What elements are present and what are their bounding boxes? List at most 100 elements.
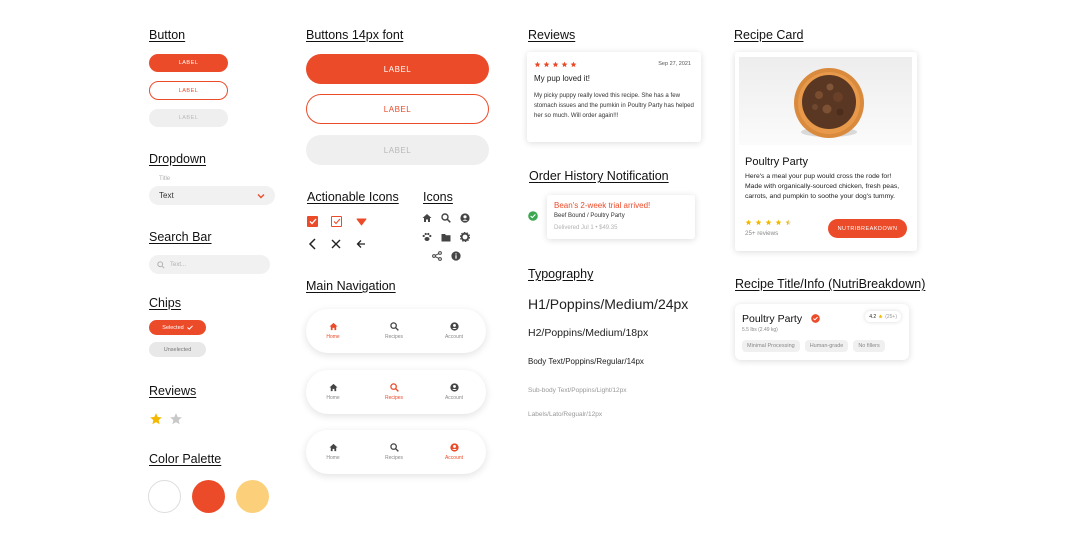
nutribreakdown-button[interactable]: NUTRIBREAKDOWN [828,219,907,238]
heading-actionable-icons: Actionable Icons [307,190,399,204]
order-notification-card[interactable]: Bean's 2-week trial arrived! Beef Bound … [547,195,695,239]
star-icon [878,314,883,319]
search-icon [157,260,165,269]
heading-color-palette: Color Palette [149,452,222,466]
nav-label-recipes: Recipes [384,395,404,401]
account-icon [460,213,470,223]
nav-label-home: Home [326,395,340,401]
heading-icons: Icons [423,190,453,204]
dropdown-value: Text [159,191,174,200]
chip-unselected[interactable]: Unselected [149,342,206,357]
nav-label-home: Home [326,334,340,340]
home-icon [422,214,432,222]
main-navigation-bar-account: Home Recipes Account [306,430,486,474]
home-icon [328,322,338,331]
star-icon [775,219,782,226]
nav-item-home[interactable]: Home [308,309,358,353]
search-bar[interactable]: Text... [149,255,270,274]
typography-body-sample: Body Text/Poppins/Regular/14px [528,357,644,366]
main-navigation-bar-home: Home Recipes Account [306,309,486,353]
nav-item-account[interactable]: Account [429,309,479,353]
gear-icon [460,232,470,242]
heading-chips: Chips [149,296,181,310]
swatch-yellow [236,480,269,513]
home-icon [328,383,338,392]
button-disabled-large: LABEL [306,135,489,165]
button-filled-large[interactable]: LABEL [306,54,489,84]
chip-selected[interactable]: Selected [149,320,206,335]
heading-main-navigation: Main Navigation [306,279,396,293]
chevron-down-filled-icon[interactable] [356,218,367,226]
paw-icon [422,232,432,241]
nav-item-home[interactable]: Home [308,370,358,414]
recipe-info-title: Poultry Party [742,313,803,325]
star-icon [543,61,550,68]
typography-labels-sample: Labels/Lato/Regualr/12px [528,411,603,418]
recipe-card-description: Here's a meal your pup would cross the r… [745,173,900,200]
nav-item-account[interactable]: Account [429,370,479,414]
rating-value: 4.2 [869,313,877,320]
checkbox-checked-icon[interactable] [307,216,318,227]
order-notification-title: Bean's 2-week trial arrived! [554,201,651,210]
button-disabled-small: LABEL [149,109,228,127]
recipe-info-tags: Minimal Processing Human-grade No filler… [742,340,885,352]
star-icon [755,219,762,226]
tag-chip: Minimal Processing [742,340,800,352]
account-icon [449,322,459,331]
typography-subbody-sample: Sub-body Text/Poppins/Light/12px [528,387,627,394]
arrow-left-icon[interactable] [356,239,366,249]
star-empty-icon[interactable] [169,412,183,426]
button-outline-small[interactable]: LABEL [149,81,228,100]
heading-buttons-14px: Buttons 14px font [306,28,404,42]
nav-item-recipes[interactable]: Recipes [369,309,419,353]
recipe-card-title: Poultry Party [745,156,808,168]
review-card: Sep 27, 2021 My pup loved it! My picky p… [527,52,701,142]
account-icon [449,383,459,392]
verified-badge-icon [811,314,820,323]
chevron-down-icon [257,193,265,198]
button-filled-small[interactable]: LABEL [149,54,228,72]
rating-count: (25+) [885,313,897,320]
star-filled-icon[interactable] [149,412,163,426]
recipe-image [739,57,912,145]
dropdown-select[interactable]: Text [149,186,275,205]
nav-label-account: Account [444,334,464,340]
recipe-info-weight: 5.5 lbs (2.49 kg) [742,327,778,333]
home-icon [328,443,338,452]
star-icon [561,61,568,68]
dropdown-title: Title [159,176,171,182]
checkbox-outline-icon[interactable] [331,216,342,227]
nav-item-account[interactable]: Account [429,430,479,474]
search-input[interactable]: Text... [170,262,186,268]
nav-label-recipes: Recipes [384,334,404,340]
swatch-white [148,480,181,513]
heading-order-history: Order History Notification [529,169,669,183]
review-title: My pup loved it! [534,74,591,83]
main-navigation-bar-recipes: Home Recipes Account [306,370,486,414]
review-stars [534,61,577,68]
search-icon [389,383,399,392]
nav-item-recipes[interactable]: Recipes [369,370,419,414]
heading-recipe-card: Recipe Card [734,28,804,42]
chip-selected-label: Selected [162,324,184,331]
account-icon [449,443,459,452]
check-circle-icon [528,211,538,221]
nav-item-recipes[interactable]: Recipes [369,430,419,474]
heading-button: Button [149,28,186,42]
swatch-orange [192,480,225,513]
nav-label-home: Home [326,455,340,461]
tag-chip: Human-grade [804,340,849,352]
order-notification-meta: Delivered Jul 1 • $49.35 [554,225,618,231]
recipe-card[interactable]: Poultry Party Here's a meal your pup wou… [735,52,917,251]
check-icon [186,325,193,330]
button-outline-large[interactable]: LABEL [306,94,489,124]
heading-reviews-top: Reviews [528,28,576,42]
close-icon[interactable] [331,239,341,249]
nav-item-home[interactable]: Home [308,430,358,474]
search-icon [389,443,399,452]
star-rating[interactable] [149,412,183,426]
typography-h2-sample: H2/Poppins/Medium/18px [528,327,649,339]
recipe-info-card: Poultry Party 4.2 (25+) 5.5 lbs (2.49 kg… [735,304,909,360]
typography-h1-sample: H1/Poppins/Medium/24px [528,296,689,312]
chevron-left-icon[interactable] [308,238,318,250]
